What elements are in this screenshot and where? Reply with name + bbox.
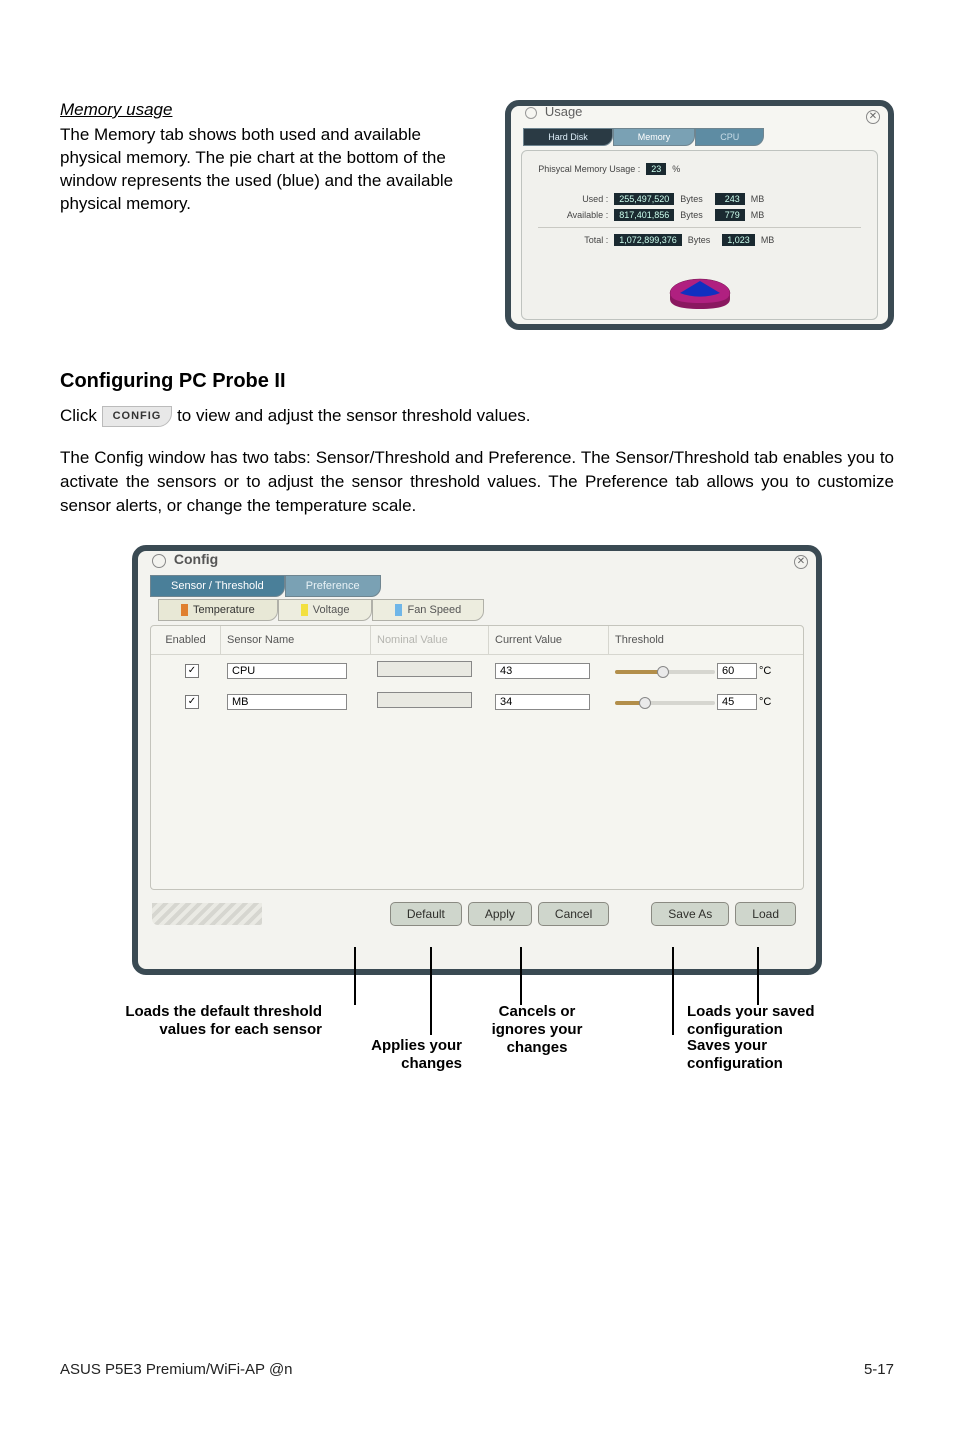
nominal-cpu (377, 661, 472, 677)
total-bytes: 1,072,899,376 (614, 234, 682, 246)
total-label: Total : (538, 235, 608, 245)
sensor-grid: Enabled Sensor Name Nominal Value Curren… (150, 625, 804, 890)
current-mb: 34 (495, 694, 590, 710)
col-current: Current Value (489, 626, 609, 654)
config-title-icon (152, 554, 166, 568)
sensor-name-cpu[interactable]: CPU (227, 663, 347, 679)
threshold-slider-cpu[interactable] (615, 665, 715, 677)
config-title-text: Config (174, 551, 218, 567)
tab-cpu[interactable]: CPU (695, 128, 764, 146)
config-description: The Config window has two tabs: Sensor/T… (60, 446, 894, 517)
configuring-heading: Configuring PC Probe II (60, 370, 894, 393)
avail-label: Available : (538, 210, 608, 220)
sensor-row: ✓ CPU 43 60 °C (151, 655, 803, 686)
callout-apply: Applies your changes (322, 1037, 462, 1073)
apply-button[interactable]: Apply (468, 902, 532, 926)
click-suffix: to view and adjust the sensor threshold … (177, 406, 530, 425)
config-inline-button[interactable]: CONFIG (102, 406, 173, 427)
usage-pct-label: Phisycal Memory Usage : (538, 164, 640, 174)
threshold-value-cpu[interactable]: 60 (717, 663, 757, 679)
usage-pct-value: 23 (646, 163, 666, 175)
nominal-mb (377, 692, 472, 708)
enable-checkbox-cpu[interactable]: ✓ (185, 664, 199, 678)
used-mb: 243 (715, 193, 745, 205)
tab-voltage-label: Voltage (313, 604, 350, 616)
total-bytes-unit: Bytes (688, 235, 711, 245)
callout-load: Loads your saved configuration (687, 1003, 857, 1039)
config-window: ✕ Config Sensor / Threshold Preference T… (132, 545, 822, 975)
tab-hard-disk[interactable]: Hard Disk (523, 128, 613, 146)
callout-saveas: Saves your configuration (687, 1037, 837, 1073)
col-sensor-name: Sensor Name (221, 626, 371, 654)
total-mb: 1,023 (722, 234, 755, 246)
current-cpu: 43 (495, 663, 590, 679)
col-threshold: Threshold (609, 626, 803, 654)
load-button[interactable]: Load (735, 902, 796, 926)
avail-mb-unit: MB (751, 210, 765, 220)
usage-pct-unit: % (672, 164, 680, 174)
config-close-icon[interactable]: ✕ (794, 555, 808, 569)
usage-window: ✕ Usage Hard Disk Memory CPU Phisycal Me… (505, 100, 894, 330)
usage-title-text: Usage (545, 104, 583, 119)
tab-preference[interactable]: Preference (285, 575, 381, 597)
avail-bytes: 817,401,856 (614, 209, 674, 221)
tab-sensor-threshold[interactable]: Sensor / Threshold (150, 575, 285, 597)
used-bytes-unit: Bytes (680, 194, 703, 204)
footer-page: 5-17 (864, 1361, 894, 1378)
enable-checkbox-mb[interactable]: ✓ (185, 695, 199, 709)
bolt-icon (301, 604, 308, 616)
fan-icon (395, 604, 402, 616)
default-button[interactable]: Default (390, 902, 462, 926)
used-label: Used : (538, 194, 608, 204)
col-enabled: Enabled (151, 626, 221, 654)
sensor-name-mb[interactable]: MB (227, 694, 347, 710)
footer-product: ASUS P5E3 Premium/WiFi-AP @n (60, 1361, 293, 1378)
callouts-area: Loads the default threshold values for e… (132, 975, 822, 1135)
sensor-row: ✓ MB 34 45 °C (151, 686, 803, 717)
threshold-slider-mb[interactable] (615, 696, 715, 708)
col-nominal: Nominal Value (371, 626, 489, 654)
saveas-button[interactable]: Save As (651, 902, 729, 926)
unit-cpu: °C (759, 665, 771, 677)
memory-pie-chart (665, 273, 735, 317)
callout-default: Loads the default threshold values for e… (122, 1003, 322, 1039)
tab-temperature[interactable]: Temperature (158, 599, 278, 621)
tab-temperature-label: Temperature (193, 604, 255, 616)
memory-usage-heading: Memory usage (60, 100, 481, 120)
tab-fan-label: Fan Speed (407, 604, 461, 616)
callout-cancel: Cancels or ignores your changes (472, 1003, 602, 1057)
tab-memory[interactable]: Memory (613, 128, 696, 146)
tab-fan-speed[interactable]: Fan Speed (372, 599, 484, 621)
close-icon[interactable]: ✕ (866, 110, 880, 124)
memory-usage-body: The Memory tab shows both used and avail… (60, 124, 481, 216)
used-bytes: 255,497,520 (614, 193, 674, 205)
usage-title-icon (525, 107, 537, 119)
avail-bytes-unit: Bytes (680, 210, 703, 220)
unit-mb: °C (759, 696, 771, 708)
avail-mb: 779 (715, 209, 745, 221)
resize-grip (152, 903, 262, 925)
thermometer-icon (181, 604, 188, 616)
used-mb-unit: MB (751, 194, 765, 204)
config-window-title: Config (152, 551, 218, 567)
usage-window-title: Usage (525, 104, 582, 119)
threshold-value-mb[interactable]: 45 (717, 694, 757, 710)
total-mb-unit: MB (761, 235, 775, 245)
click-prefix: Click (60, 406, 102, 425)
cancel-button[interactable]: Cancel (538, 902, 609, 926)
tab-voltage[interactable]: Voltage (278, 599, 373, 621)
